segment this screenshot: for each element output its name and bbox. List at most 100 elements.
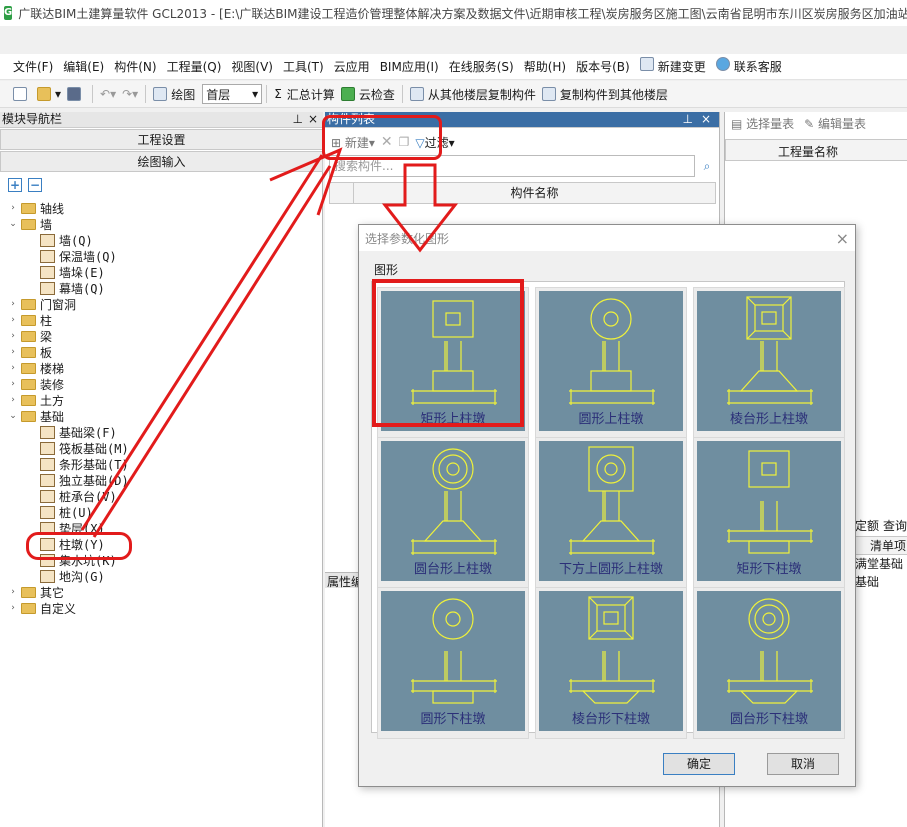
chevron-right-icon[interactable]: › <box>8 395 18 405</box>
tree-item[interactable]: 垫层(X) <box>0 520 322 536</box>
tree-item[interactable]: 基础梁(F) <box>0 424 322 440</box>
copy-icon[interactable]: ❐ <box>399 135 410 149</box>
chevron-right-icon[interactable]: › <box>8 587 18 597</box>
tree-item[interactable]: 墙垛(E) <box>0 264 322 280</box>
tree-folder[interactable]: › 装修 <box>0 376 322 392</box>
chevron-right-icon[interactable]: › <box>8 603 18 613</box>
close-icon[interactable]: × <box>701 112 711 127</box>
filter-button[interactable]: ▽过滤▾ <box>415 134 454 151</box>
tree-folder[interactable]: › 楼梯 <box>0 360 322 376</box>
shape-option[interactable]: 矩形上柱墩 <box>377 287 529 439</box>
tree-item[interactable]: 幕墙(Q) <box>0 280 322 296</box>
tree-folder[interactable]: ⌄ 墙 <box>0 216 322 232</box>
shape-option[interactable]: 圆形上柱墩 <box>535 287 687 439</box>
tree-item[interactable]: 独立基础(D) <box>0 472 322 488</box>
chevron-right-icon[interactable]: › <box>8 363 18 373</box>
draw-button[interactable]: 绘图 <box>150 83 198 105</box>
tree-folder[interactable]: › 门窗洞 <box>0 296 322 312</box>
close-icon[interactable]: × <box>836 229 849 248</box>
shape-option[interactable]: 下方上圆形上柱墩 <box>535 437 687 589</box>
shape-label: 棱台形上柱墩 <box>729 412 808 427</box>
tree-folder[interactable]: › 柱 <box>0 312 322 328</box>
tree-folder[interactable]: ⌄ 基础 <box>0 408 322 424</box>
close-icon[interactable]: × <box>308 112 318 127</box>
tree-item[interactable]: 墙(Q) <box>0 232 322 248</box>
tree-item[interactable]: 桩承台(V) <box>0 488 322 504</box>
tree-folder[interactable]: › 其它 <box>0 584 322 600</box>
copy-from-floor-button[interactable]: 从其他楼层复制构件 <box>407 83 539 105</box>
expand-all-icon[interactable]: + <box>8 178 22 192</box>
tree-item[interactable]: 条形基础(T) <box>0 456 322 472</box>
tree-item[interactable]: 桩(U) <box>0 504 322 520</box>
menu-view[interactable]: 视图(V) <box>226 56 278 78</box>
chevron-right-icon[interactable]: › <box>8 299 18 309</box>
pedestal-shape-icon <box>569 298 655 405</box>
tab-quota[interactable]: 定额 <box>855 517 879 537</box>
menu-file[interactable]: 文件(F) <box>8 56 58 78</box>
collapse-all-icon[interactable]: − <box>28 178 42 192</box>
copy-to-floor-button[interactable]: 复制构件到其他楼层 <box>539 83 671 105</box>
search-icon[interactable]: ⌕ <box>697 155 717 177</box>
sum-calc-button[interactable]: Σ 汇总计算 <box>271 83 338 105</box>
tree-item[interactable]: 保温墙(Q) <box>0 248 322 264</box>
table-row[interactable]: 基础 <box>855 573 907 591</box>
folder-icon <box>21 362 36 374</box>
quantity-toolbar: ▤ 选择量表 ✎ 编辑量表 <box>731 115 866 132</box>
delete-icon[interactable]: ✕ <box>381 134 393 150</box>
tree-item[interactable]: 地沟(G) <box>0 568 322 584</box>
menu-new-change[interactable]: 新建变更 <box>635 56 711 78</box>
new-component-button[interactable]: ⊞ 新建▾ <box>331 134 375 151</box>
ok-button[interactable]: 确定 <box>663 753 735 775</box>
menu-online[interactable]: 在线服务(S) <box>444 56 519 78</box>
shape-option[interactable]: 棱台形上柱墩 <box>693 287 845 439</box>
save-button[interactable] <box>64 83 88 105</box>
chevron-right-icon[interactable]: › <box>8 331 18 341</box>
select-table-button[interactable]: ▤ 选择量表 <box>731 115 794 132</box>
menu-bim[interactable]: BIM应用(I) <box>375 56 444 78</box>
tree-folder[interactable]: › 轴线 <box>0 200 322 216</box>
chevron-right-icon[interactable]: › <box>8 315 18 325</box>
shape-option[interactable]: 圆台形上柱墩 <box>377 437 529 589</box>
table-row[interactable]: 满堂基础 <box>855 555 907 573</box>
project-settings-button[interactable]: 工程设置 <box>0 129 323 150</box>
menu-version[interactable]: 版本号(B) <box>571 56 635 78</box>
chevron-right-icon[interactable]: › <box>8 203 18 213</box>
pin-icon[interactable]: ⊥ <box>293 112 303 127</box>
shape-option[interactable]: 圆台形下柱墩 <box>693 587 845 739</box>
tree-folder[interactable]: › 板 <box>0 344 322 360</box>
component-search-input[interactable]: 搜索构件... <box>329 155 695 177</box>
menu-quantity[interactable]: 工程量(Q) <box>162 56 227 78</box>
redo-button[interactable]: ↷▾ <box>119 83 141 105</box>
chevron-down-icon[interactable]: ⌄ <box>8 411 18 421</box>
menu-edit[interactable]: 编辑(E) <box>58 56 109 78</box>
tree-item[interactable]: 集水坑(K) <box>0 552 322 568</box>
tree-item[interactable]: 柱墩(Y) <box>0 536 322 552</box>
menu-contact[interactable]: 联系客服 <box>711 56 787 78</box>
menu-help[interactable]: 帮助(H) <box>519 56 571 78</box>
menu-component[interactable]: 构件(N) <box>109 56 161 78</box>
chevron-down-icon[interactable]: ⌄ <box>8 219 18 229</box>
shape-option[interactable]: 圆形下柱墩 <box>377 587 529 739</box>
cloud-check-button[interactable]: 云检查 <box>338 83 398 105</box>
draw-input-button[interactable]: 绘图输入 <box>0 151 323 172</box>
shape-option[interactable]: 矩形下柱墩 <box>693 437 845 589</box>
open-button[interactable]: ▾ <box>34 83 64 105</box>
menu-cloud[interactable]: 云应用 <box>329 56 375 78</box>
edit-table-button[interactable]: ✎ 编辑量表 <box>804 115 866 132</box>
chevron-right-icon[interactable]: › <box>8 347 18 357</box>
component-name-header[interactable]: 构件名称 <box>354 183 715 203</box>
chevron-right-icon[interactable]: › <box>8 379 18 389</box>
undo-button[interactable]: ↶▾ <box>97 83 119 105</box>
tab-query[interactable]: 查询 <box>883 517 907 537</box>
menu-tools[interactable]: 工具(T) <box>278 56 329 78</box>
pin-icon[interactable]: ⊥ <box>683 112 693 127</box>
quantity-name-header[interactable]: 工程量名称 <box>778 143 838 160</box>
floor-select[interactable]: 首层 ▾ <box>202 84 263 104</box>
tree-folder[interactable]: › 土方 <box>0 392 322 408</box>
cancel-button[interactable]: 取消 <box>767 753 839 775</box>
tree-folder[interactable]: › 自定义 <box>0 600 322 616</box>
tree-item[interactable]: 筏板基础(M) <box>0 440 322 456</box>
new-file-button[interactable] <box>10 83 34 105</box>
shape-option[interactable]: 棱台形下柱墩 <box>535 587 687 739</box>
tree-folder[interactable]: › 梁 <box>0 328 322 344</box>
